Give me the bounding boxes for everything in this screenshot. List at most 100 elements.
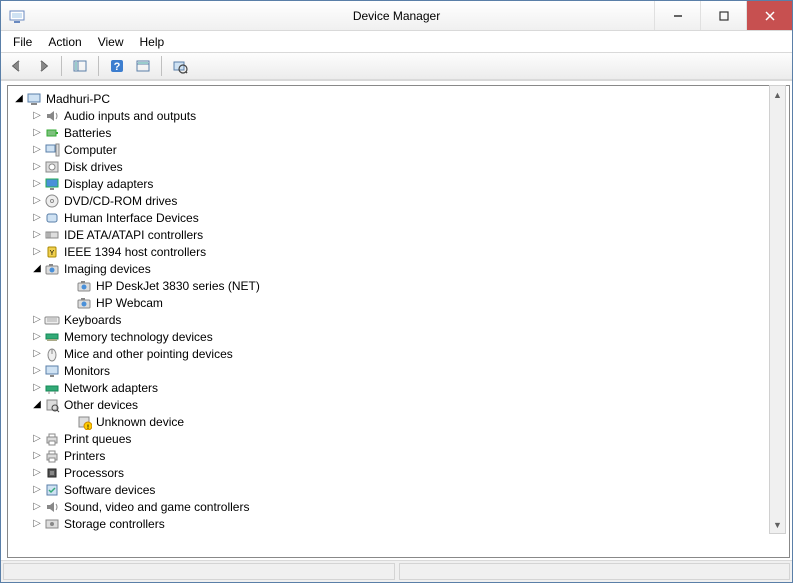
tree-toggle-icon[interactable]: ▷	[30, 110, 44, 121]
tree-toggle-icon[interactable]: ▷	[30, 365, 44, 376]
tree-toggle-icon[interactable]: ◢	[30, 263, 44, 274]
tree-category[interactable]: ▷Memory technology devices	[12, 328, 789, 345]
tree-category[interactable]: ▷ Computer	[12, 141, 789, 158]
svg-text:!: !	[87, 425, 89, 430]
tree-category[interactable]: ▷Processors	[12, 464, 789, 481]
close-button[interactable]	[746, 1, 792, 30]
window-title: Device Manager	[353, 9, 440, 23]
tree-toggle-icon[interactable]: ▷	[30, 246, 44, 257]
menu-action[interactable]: Action	[40, 33, 89, 51]
hid-icon	[44, 210, 60, 226]
forward-button[interactable]	[31, 54, 55, 78]
tree-category-label: Sound, video and game controllers	[64, 500, 249, 514]
tree-toggle-icon[interactable]: ◢	[12, 93, 26, 104]
tree-toggle-icon[interactable]: ▷	[30, 484, 44, 495]
svg-text:?: ?	[114, 61, 121, 73]
cpu-icon	[44, 465, 60, 481]
ide-icon	[44, 227, 60, 243]
tree-category[interactable]: ◢ Other devices	[12, 396, 789, 413]
tree-category[interactable]: ▷ Software devices	[12, 481, 789, 498]
maximize-button[interactable]	[700, 1, 746, 30]
memory-icon	[44, 329, 60, 345]
battery-icon	[44, 125, 60, 141]
network-icon	[44, 380, 60, 396]
tree-toggle-icon[interactable]: ▷	[30, 144, 44, 155]
tree-toggle-icon[interactable]: ▷	[30, 450, 44, 461]
software-icon	[44, 482, 60, 498]
back-button[interactable]	[5, 54, 29, 78]
tree-toggle-icon[interactable]: ▷	[30, 348, 44, 359]
other-icon	[44, 397, 60, 413]
monitor-icon	[44, 363, 60, 379]
svg-text:Y: Y	[50, 250, 55, 257]
tree-category[interactable]: ▷ Print queues	[12, 430, 789, 447]
tree-toggle-icon[interactable]: ◢	[30, 399, 44, 410]
tree-category[interactable]: ▷Batteries	[12, 124, 789, 141]
tree-category-label: Monitors	[64, 364, 110, 378]
tree-category[interactable]: ▷ Human Interface Devices	[12, 209, 789, 226]
tree-device[interactable]: !Unknown device	[12, 413, 789, 430]
menu-file[interactable]: File	[5, 33, 40, 51]
tree-category-label: Display adapters	[64, 177, 153, 191]
camera-icon	[76, 278, 92, 294]
statusbar	[1, 560, 792, 582]
tree-toggle-icon[interactable]: ▷	[30, 331, 44, 342]
tree-toggle-icon[interactable]: ▷	[30, 314, 44, 325]
tree-device[interactable]: HP Webcam	[12, 294, 789, 311]
tree-category[interactable]: ▷Printers	[12, 447, 789, 464]
tree-root-label[interactable]: Madhuri-PC	[46, 92, 110, 106]
tree-category[interactable]: ▷ Sound, video and game controllers	[12, 498, 789, 515]
mouse-icon	[44, 346, 60, 362]
tree-toggle-icon[interactable]: ▷	[30, 212, 44, 223]
tree-category[interactable]: ▷ Monitors	[12, 362, 789, 379]
firewire-icon: Y	[44, 244, 60, 260]
tree-toggle-icon[interactable]: ▷	[30, 127, 44, 138]
tree-category-label: Keyboards	[64, 313, 121, 327]
tree-category[interactable]: ▷Audio inputs and outputs	[12, 107, 789, 124]
camera-icon	[76, 295, 92, 311]
titlebar: Device Manager	[1, 1, 792, 31]
tree-category-label: Print queues	[64, 432, 131, 446]
tree-category-label: Other devices	[64, 398, 138, 412]
tree-category-label: Software devices	[64, 483, 155, 497]
scan-hardware-button[interactable]	[168, 54, 192, 78]
tree-category[interactable]: ▷ Display adapters	[12, 175, 789, 192]
tree-toggle-icon[interactable]: ▷	[30, 467, 44, 478]
toolbar-separator	[161, 56, 162, 76]
speaker-icon	[44, 108, 60, 124]
tree-toggle-icon[interactable]: ▷	[30, 501, 44, 512]
tree-category[interactable]: ▷YIEEE 1394 host controllers	[12, 243, 789, 260]
tree-category-label: Human Interface Devices	[64, 211, 199, 225]
display-icon	[44, 176, 60, 192]
tree-toggle-icon[interactable]: ▷	[30, 518, 44, 529]
tree-category-label: Disk drives	[64, 160, 123, 174]
device-tree[interactable]: ◢ Madhuri-PC▷Audio inputs and outputs▷Bat…	[7, 85, 790, 558]
tree-category[interactable]: ▷ Keyboards	[12, 311, 789, 328]
tree-category[interactable]: ▷DVD/CD-ROM drives	[12, 192, 789, 209]
tree-category[interactable]: ▷ Disk drives	[12, 158, 789, 175]
tree-category-label: Computer	[64, 143, 117, 157]
tree-toggle-icon[interactable]: ▷	[30, 161, 44, 172]
tree-category[interactable]: ◢Imaging devices	[12, 260, 789, 277]
menu-help[interactable]: Help	[132, 33, 173, 51]
tree-toggle-icon[interactable]: ▷	[30, 382, 44, 393]
show-hide-console-button[interactable]	[68, 54, 92, 78]
tree-category[interactable]: ▷Storage controllers	[12, 515, 789, 532]
app-icon	[9, 8, 25, 24]
pc-icon	[44, 142, 60, 158]
tree-toggle-icon[interactable]: ▷	[30, 229, 44, 240]
tree-toggle-icon[interactable]: ▷	[30, 178, 44, 189]
properties-button[interactable]	[131, 54, 155, 78]
tree-toggle-icon[interactable]: ▷	[30, 433, 44, 444]
tree-toggle-icon[interactable]: ▷	[30, 195, 44, 206]
printer-icon	[44, 431, 60, 447]
menu-view[interactable]: View	[90, 33, 132, 51]
minimize-button[interactable]	[654, 1, 700, 30]
tree-category[interactable]: ▷Mice and other pointing devices	[12, 345, 789, 362]
status-cell	[3, 563, 395, 580]
menubar: File Action View Help	[1, 31, 792, 52]
tree-category[interactable]: ▷Network adapters	[12, 379, 789, 396]
help-button[interactable]: ?	[105, 54, 129, 78]
tree-device[interactable]: HP DeskJet 3830 series (NET)	[12, 277, 789, 294]
tree-category[interactable]: ▷IDE ATA/ATAPI controllers	[12, 226, 789, 243]
